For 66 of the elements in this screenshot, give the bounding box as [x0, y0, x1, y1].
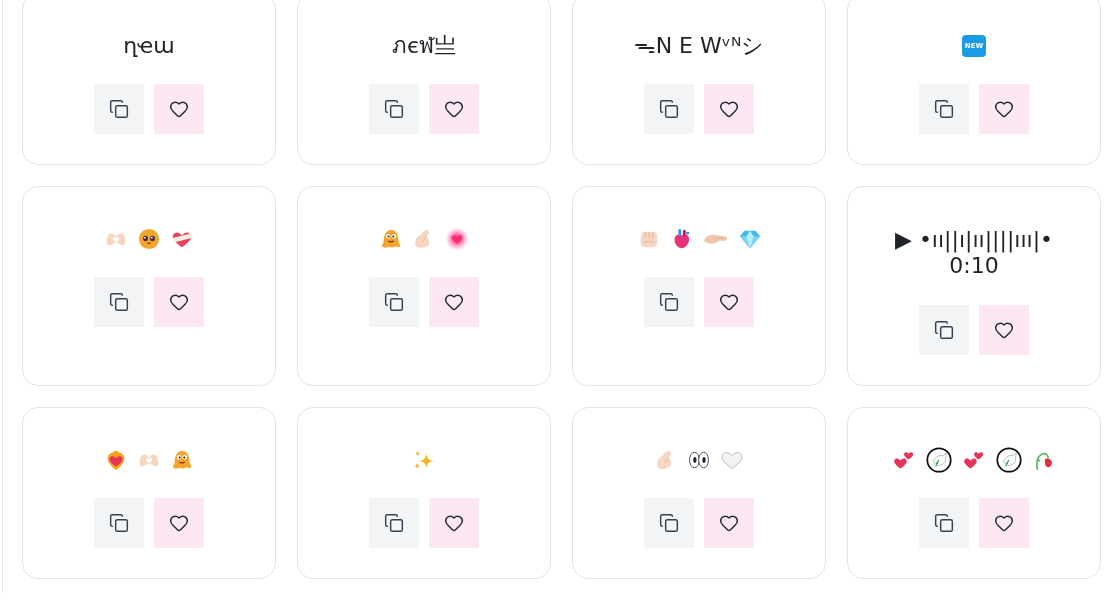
favorite-button[interactable]	[979, 84, 1029, 134]
pale-heart-icon	[721, 451, 743, 469]
favorite-button[interactable]	[154, 498, 204, 548]
copy-icon	[659, 99, 679, 119]
heart-icon	[719, 513, 739, 533]
circled-dove-icon	[926, 447, 952, 473]
favorite-button[interactable]	[429, 277, 479, 327]
heart-icon	[994, 513, 1014, 533]
copy-icon	[109, 99, 129, 119]
copy-button[interactable]	[94, 84, 144, 134]
copy-icon	[109, 513, 129, 533]
copy-icon	[659, 513, 679, 533]
favorite-button[interactable]	[429, 84, 479, 134]
copy-button[interactable]	[644, 84, 694, 134]
copy-button[interactable]	[369, 498, 419, 548]
copy-icon	[934, 320, 954, 340]
heart-icon	[719, 292, 739, 312]
heart-icon	[994, 99, 1014, 119]
palm-up-hand-icon	[703, 234, 728, 244]
heart-icon	[444, 292, 464, 312]
heart-icon	[169, 513, 189, 533]
copy-icon	[384, 99, 404, 119]
sparkles-icon	[413, 449, 435, 471]
fancy-text: ᯓN E Wᵛᴺシ	[633, 34, 765, 58]
fancy-text: ղҽա	[123, 34, 175, 58]
favorite-button[interactable]	[429, 498, 479, 548]
heart-icon	[169, 99, 189, 119]
copy-button[interactable]	[369, 277, 419, 327]
fancy-text: ภєฬ亗	[391, 34, 457, 58]
copy-button[interactable]	[369, 84, 419, 134]
pleading-face-icon	[138, 228, 160, 250]
copy-button[interactable]	[94, 498, 144, 548]
copy-button[interactable]	[644, 277, 694, 327]
copy-icon	[934, 99, 954, 119]
heart-on-fire-icon	[105, 449, 127, 471]
melting-face-icon	[380, 228, 402, 250]
copy-icon	[384, 513, 404, 533]
favorite-button[interactable]	[979, 498, 1029, 548]
melting-face-icon	[171, 449, 193, 471]
favorite-button[interactable]	[704, 84, 754, 134]
eyes-icon	[688, 449, 710, 471]
gem-icon	[738, 228, 761, 250]
favorite-button[interactable]	[979, 305, 1029, 355]
copy-icon	[109, 292, 129, 312]
two-hearts-icon	[893, 449, 915, 471]
copy-button[interactable]	[644, 498, 694, 548]
heart-icon	[444, 513, 464, 533]
copy-icon	[934, 513, 954, 533]
heart-icon	[994, 320, 1014, 340]
fancy-text: ▶ •ıı||ı|ıı||||ııı|•	[894, 227, 1054, 253]
favorite-button[interactable]	[704, 277, 754, 327]
copy-icon	[384, 292, 404, 312]
circled-dove-icon	[996, 447, 1022, 473]
copy-button[interactable]	[94, 277, 144, 327]
favorite-button[interactable]	[154, 277, 204, 327]
favorite-button[interactable]	[704, 498, 754, 548]
copy-button[interactable]	[919, 84, 969, 134]
heart-icon	[719, 99, 739, 119]
copy-button[interactable]	[919, 305, 969, 355]
fancy-text: 0:10	[949, 253, 999, 279]
copy-icon	[659, 292, 679, 312]
heart-icon	[169, 292, 189, 312]
copy-button[interactable]	[919, 498, 969, 548]
favorite-button[interactable]	[154, 84, 204, 134]
heart-icon	[444, 99, 464, 119]
two-hearts-icon	[963, 449, 985, 471]
